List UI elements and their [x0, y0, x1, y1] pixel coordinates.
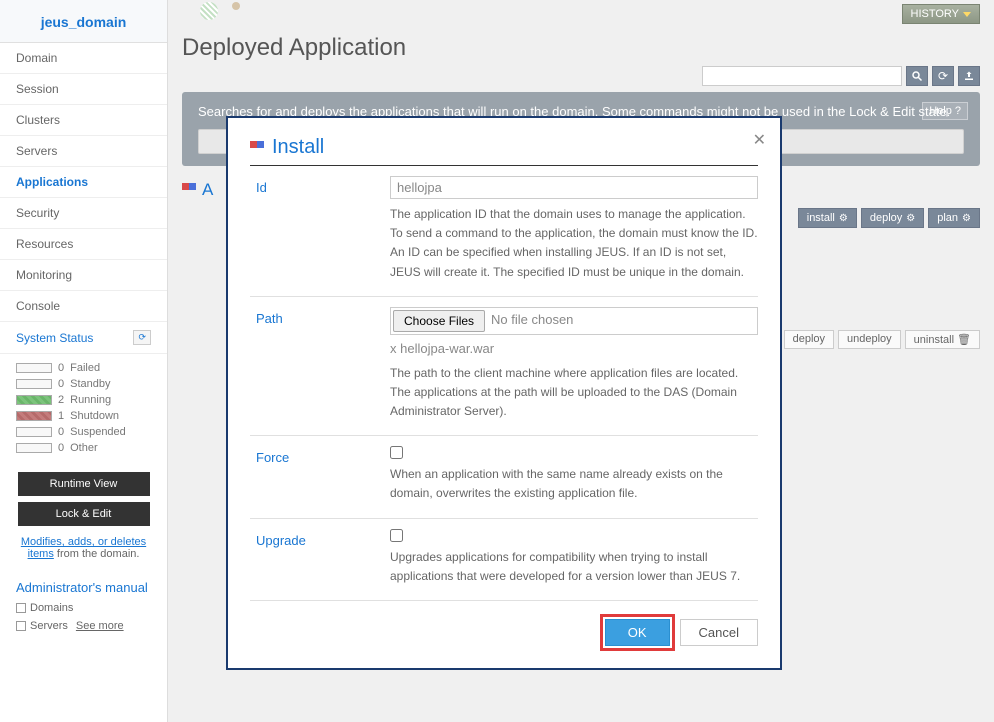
upgrade-label: Upgrade	[250, 529, 390, 587]
section-icon	[250, 141, 264, 155]
close-icon[interactable]: ✕	[753, 130, 766, 150]
upgrade-checkbox[interactable]	[390, 529, 403, 542]
force-label: Force	[250, 446, 390, 504]
path-label: Path	[250, 307, 390, 421]
install-modal: ✕ Install Id The application ID that the…	[226, 116, 782, 670]
id-label: Id	[250, 176, 390, 282]
force-checkbox[interactable]	[390, 446, 403, 459]
id-input[interactable]	[390, 176, 758, 199]
ok-button[interactable]: OK	[605, 619, 670, 646]
no-file-text: No file chosen	[487, 310, 573, 331]
selected-file[interactable]: x hellojpa-war.war	[390, 339, 758, 360]
modal-title: Install	[250, 136, 758, 159]
path-desc: The path to the client machine where app…	[390, 364, 758, 422]
id-desc: The application ID that the domain uses …	[390, 205, 758, 282]
upgrade-desc: Upgrades applications for compatibility …	[390, 548, 758, 586]
force-desc: When an application with the same name a…	[390, 465, 758, 503]
choose-files-button[interactable]: Choose Files	[393, 310, 485, 332]
cancel-button[interactable]: Cancel	[680, 619, 758, 646]
